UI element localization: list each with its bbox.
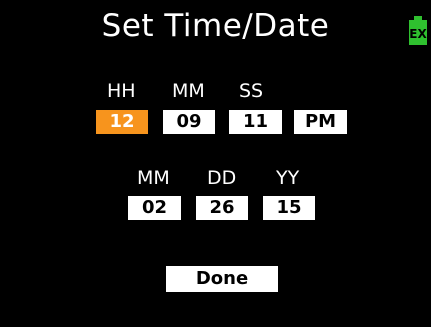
done-button[interactable]: Done: [166, 266, 278, 292]
date-year-field[interactable]: 15: [263, 196, 315, 220]
date-day-field[interactable]: 26: [196, 196, 248, 220]
date-month-field[interactable]: 02: [128, 196, 181, 220]
hour-field[interactable]: 12: [96, 110, 148, 134]
second-field[interactable]: 11: [229, 110, 282, 134]
second-label: SS: [239, 80, 264, 102]
date-day-label: DD: [207, 167, 237, 189]
date-month-label: MM: [137, 167, 170, 189]
minute-label: MM: [172, 80, 205, 102]
hour-label: HH: [107, 80, 136, 102]
ampm-field[interactable]: PM: [294, 110, 347, 134]
page-title: Set Time/Date: [101, 8, 330, 44]
svg-text:EX: EX: [409, 27, 427, 41]
minute-field[interactable]: 09: [163, 110, 215, 134]
date-year-label: YY: [276, 167, 300, 189]
battery-ext-icon: EX: [409, 16, 427, 45]
